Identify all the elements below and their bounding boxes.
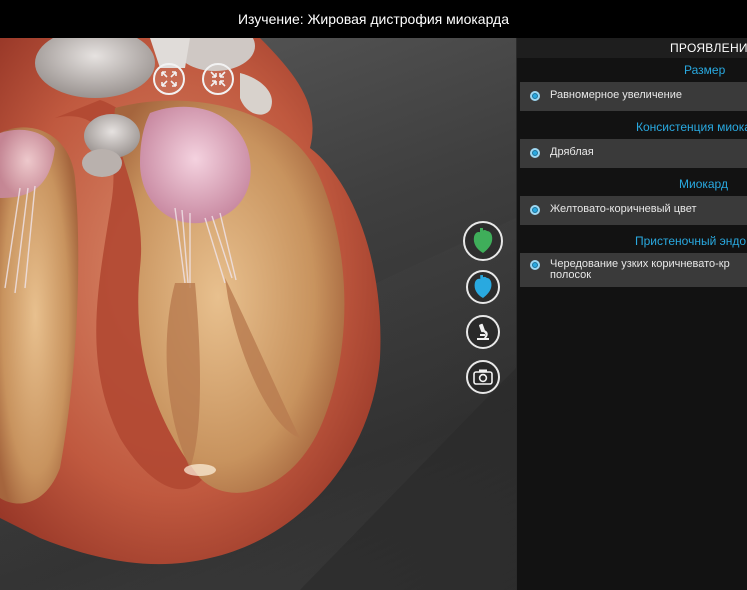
collapse-arrows-icon (210, 71, 226, 87)
expand-view-button[interactable] (153, 63, 185, 95)
list-item[interactable]: Дряблая (520, 139, 747, 168)
list-item[interactable]: Желтовато-коричневый цвет (520, 196, 747, 225)
radio-dot-icon (530, 260, 540, 270)
heart-green-icon (473, 228, 493, 253)
section-title-myocardium: Миокард (679, 177, 728, 191)
section-title-endocardium: Пристеночный эндо (635, 234, 747, 248)
3d-viewport[interactable] (0, 38, 516, 590)
heart-blue-icon (474, 275, 492, 298)
radio-dot-icon (530, 148, 540, 158)
section-title-size: Размер (684, 63, 726, 77)
manifestations-panel: ПРОЯВЛЕНИЯ Размер Равномерное увеличение… (516, 38, 747, 590)
heart-model-cross-section[interactable] (0, 38, 516, 590)
list-item-label: Равномерное увеличение (550, 89, 683, 101)
list-item[interactable]: Чередование узких коричневато-кр полосок (520, 253, 747, 287)
expand-arrows-icon (161, 71, 177, 87)
list-item[interactable]: Равномерное увеличение (520, 82, 747, 111)
collapse-view-button[interactable] (202, 63, 234, 95)
section-title-consistency: Консистенция миока (636, 120, 747, 134)
window-title: Изучение: Жировая дистрофия миокарда (0, 0, 747, 38)
list-item-label: Желтовато-коричневый цвет (550, 203, 697, 215)
radio-dot-icon (530, 205, 540, 215)
camera-icon (473, 369, 493, 385)
list-item-label: Чередование узких коричневато-кр полосок (550, 258, 730, 281)
camera-button[interactable] (466, 360, 500, 394)
panel-header: ПРОЯВЛЕНИЯ (517, 38, 747, 58)
microscope-button[interactable] (466, 315, 500, 349)
list-item-label: Дряблая (550, 146, 594, 158)
microscope-icon (477, 323, 489, 340)
heart-model-green-button[interactable] (463, 221, 503, 261)
heart-model-blue-button[interactable] (466, 270, 500, 304)
radio-dot-icon (530, 91, 540, 101)
